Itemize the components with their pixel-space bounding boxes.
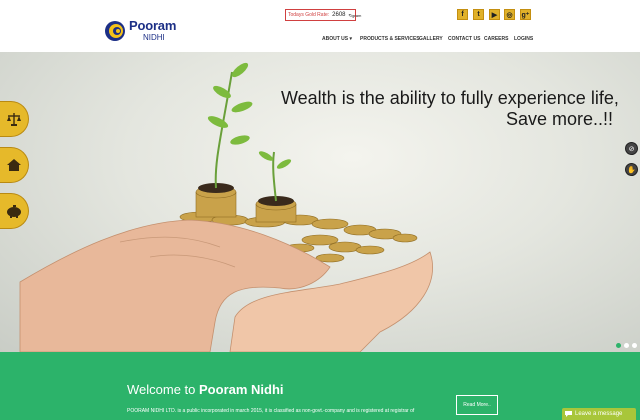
welcome-text: POORAM NIDHI LTD. is a public incorporat… [127,408,415,414]
plant-leaves [207,62,292,169]
leave-message-label: Leave a message [575,411,623,417]
gold-rate-label: Todays Gold Rate: [288,12,330,18]
hero-banner[interactable]: Wealth is the ability to fully experienc… [0,52,640,352]
piggy-bank-icon [7,205,21,218]
twitter-icon[interactable]: t [473,9,484,20]
brand-logo[interactable]: Pooram NIDHI [104,18,188,46]
hand-icon[interactable]: ✋ [625,163,638,176]
gold-rate-unit: ₹/gram [348,12,362,18]
no-smoking-icon[interactable]: ⊘ [625,142,638,155]
nav-gallery[interactable]: GALLERY [419,36,443,42]
nav-logins[interactable]: LOGINS [514,36,533,42]
gold-rate-value: 2608 [332,12,346,18]
brand-name: Pooram [129,18,177,33]
hero-tagline-line1: Wealth is the ability to fully experienc… [281,88,619,108]
youtube-icon[interactable]: ▶ [489,9,500,20]
welcome-title-prefix: Welcome to [127,382,200,397]
facebook-icon[interactable]: f [457,9,468,20]
slider-dot-2[interactable] [624,343,629,348]
nav-products-services[interactable]: PRODUCTS & SERVICES [360,36,420,42]
scale-icon [7,113,21,126]
nav-careers[interactable]: CAREERS [484,36,508,42]
gold-rate-box: Todays Gold Rate: 2608 ₹/gram [285,9,361,21]
slider-dot-active[interactable] [616,343,621,348]
nav-about-us[interactable]: ABOUT US ▾ [322,36,352,42]
hero-tagline-line2: Save more..!! [506,109,614,129]
brand-subtitle: NIDHI [143,33,165,42]
read-more-button[interactable]: Read More.. [456,395,498,415]
page: Pooram NIDHI Todays Gold Rate: 2608 ₹/gr… [0,0,640,420]
welcome-title-brand: Pooram Nidhi [199,382,284,397]
chat-icon [565,411,572,417]
slider-dot-3[interactable] [632,343,637,348]
leave-message-button[interactable]: Leave a message [562,408,636,420]
home-icon [7,159,21,171]
google-plus-icon[interactable]: g⁺ [520,9,531,20]
logo-mark-icon [105,21,125,41]
site-header: Pooram NIDHI Todays Gold Rate: 2608 ₹/gr… [0,0,640,52]
instagram-icon[interactable]: ◎ [504,9,515,20]
welcome-title: Welcome to Pooram Nidhi [127,382,284,397]
nav-contact-us[interactable]: CONTACT US [448,36,480,42]
